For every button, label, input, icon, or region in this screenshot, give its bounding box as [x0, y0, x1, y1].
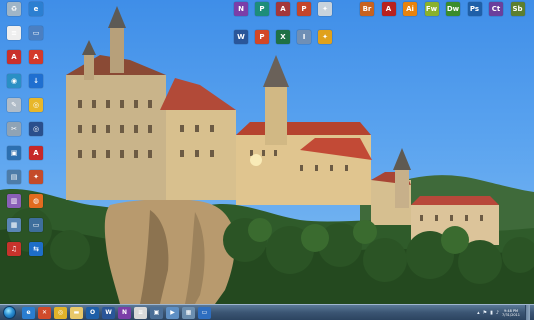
soundbooth-icon: Sb: [510, 2, 525, 16]
bridge-icon: Br: [360, 2, 374, 16]
tray-arrow-icon[interactable]: ▴: [477, 310, 480, 316]
desktop-shortcut[interactable]: ↓: [23, 74, 49, 89]
acrobat-pro-icon: A: [381, 2, 396, 16]
castle-wallpaper-image: [0, 6, 534, 304]
taskbar-outlook-icon[interactable]: O: [86, 306, 99, 319]
recycle-bin-icon: ♻: [7, 2, 21, 16]
desktop-shortcut[interactable]: e: [23, 2, 49, 17]
system-tray: ▴ ⚑ ▮ ♪ 9:48 PM 7/31/2011: [477, 305, 530, 320]
taskbar-app-icon[interactable]: ▣: [150, 306, 163, 319]
taskbar-x-icon[interactable]: ✕: [38, 306, 51, 319]
clock[interactable]: 9:48 PM 7/31/2011: [502, 309, 520, 317]
paint-icon: ✦: [29, 170, 43, 184]
desktop-screen: ♻ e ≡ ▭ A A ◉ ↓ ✎ ◎ ✂ ◎ ▣ A ▤ ✦ ▥ ◍ ▦ ▭ ♫ ⇆ N P A P ✦ W P X I ✦ Br A Ai F…: [0, 0, 534, 320]
disc-icon: ◎: [29, 122, 43, 136]
chart-icon: ▦: [7, 218, 21, 232]
teamviewer-icon: ⇆: [29, 242, 43, 256]
illustrator-icon: Ai: [403, 2, 417, 16]
chrome-icon: ◎: [29, 98, 43, 112]
firefox-icon: ◍: [29, 194, 43, 208]
desktop-shortcut[interactable]: ◎: [23, 98, 49, 113]
music-icon: ♫: [7, 242, 21, 256]
tray-volume-icon[interactable]: ♪: [496, 310, 499, 316]
word-icon: W: [234, 30, 248, 44]
access-icon: A: [276, 2, 290, 16]
desktop-shortcut[interactable]: ✦: [312, 30, 338, 45]
clock-date: 7/31/2011: [502, 312, 520, 317]
taskbar-picture-icon[interactable]: ▦: [182, 306, 195, 319]
excel-icon: X: [276, 30, 290, 44]
ie-shortcut-icon: e: [29, 2, 43, 16]
desktop-wallpaper: [0, 0, 534, 304]
tools-icon: ✦: [318, 2, 332, 16]
taskbar-media-icon[interactable]: ▶: [166, 306, 179, 319]
document-icon: ≡: [7, 26, 21, 40]
taskbar-ie-icon[interactable]: e: [22, 306, 35, 319]
taskbar-pinned-items: e ✕ ◎ ▬ O W N ≡ ▣ ▶ ▦ ▭: [16, 306, 211, 319]
tray-flag-icon[interactable]: ⚑: [483, 310, 487, 316]
dreamweaver-icon: Dw: [446, 2, 460, 16]
contribute-icon: Ct: [489, 2, 503, 16]
desktop-shortcut[interactable]: ▭: [23, 26, 49, 41]
desktop-shortcut[interactable]: ✦: [23, 170, 49, 185]
show-desktop-button[interactable]: [525, 305, 530, 320]
start-button[interactable]: [3, 306, 16, 319]
desktop-shortcut[interactable]: Sb: [505, 2, 531, 17]
desktop-shortcut[interactable]: ⇆: [23, 242, 49, 257]
taskbar-notepad-icon[interactable]: ≡: [134, 306, 147, 319]
taskbar: e ✕ ◎ ▬ O W N ≡ ▣ ▶ ▦ ▭ ▴ ⚑ ▮ ♪ 9:48 PM 7/31/2011: [0, 304, 534, 320]
taskbar-word-icon[interactable]: W: [102, 306, 115, 319]
taskbar-window-icon[interactable]: ▭: [198, 306, 211, 319]
taskbar-explorer-icon[interactable]: ▬: [70, 306, 83, 319]
pdf-reader-icon: A: [29, 146, 43, 160]
settings-icon: ✎: [7, 98, 21, 112]
tray-network-icon[interactable]: ▮: [490, 310, 493, 316]
powerpoint-icon: P: [297, 2, 311, 16]
fireworks-icon: Fw: [424, 2, 439, 16]
download-icon: ↓: [29, 74, 43, 88]
monitor-icon: ▭: [29, 218, 43, 232]
onenote-icon: N: [234, 2, 248, 16]
network-icon: ◉: [7, 74, 21, 88]
desktop-shortcut[interactable]: A: [23, 146, 49, 161]
acrobat-icon: A: [29, 50, 43, 64]
app-icon: ▣: [7, 146, 21, 160]
notebook-icon: ▥: [7, 194, 21, 208]
tool-icon: ✂: [7, 122, 21, 136]
taskbar-onenote-icon[interactable]: N: [118, 306, 131, 319]
sharepoint-icon: ✦: [318, 30, 332, 44]
screen-icon: ▤: [7, 170, 21, 184]
taskbar-chrome-icon[interactable]: ◎: [54, 306, 67, 319]
desktop-shortcut[interactable]: ▭: [23, 218, 49, 233]
desktop-shortcut[interactable]: ◍: [23, 194, 49, 209]
pdf-icon: A: [7, 50, 21, 64]
publisher-icon: P: [255, 2, 269, 16]
infopath-icon: I: [297, 30, 311, 44]
desktop-shortcut[interactable]: ◎: [23, 122, 49, 137]
photoshop-icon: Ps: [467, 2, 482, 16]
computer-icon: ▭: [29, 26, 43, 40]
desktop-shortcut[interactable]: A: [23, 50, 49, 65]
desktop-shortcut[interactable]: ✦: [312, 2, 338, 17]
powerpoint2-icon: P: [255, 30, 269, 44]
